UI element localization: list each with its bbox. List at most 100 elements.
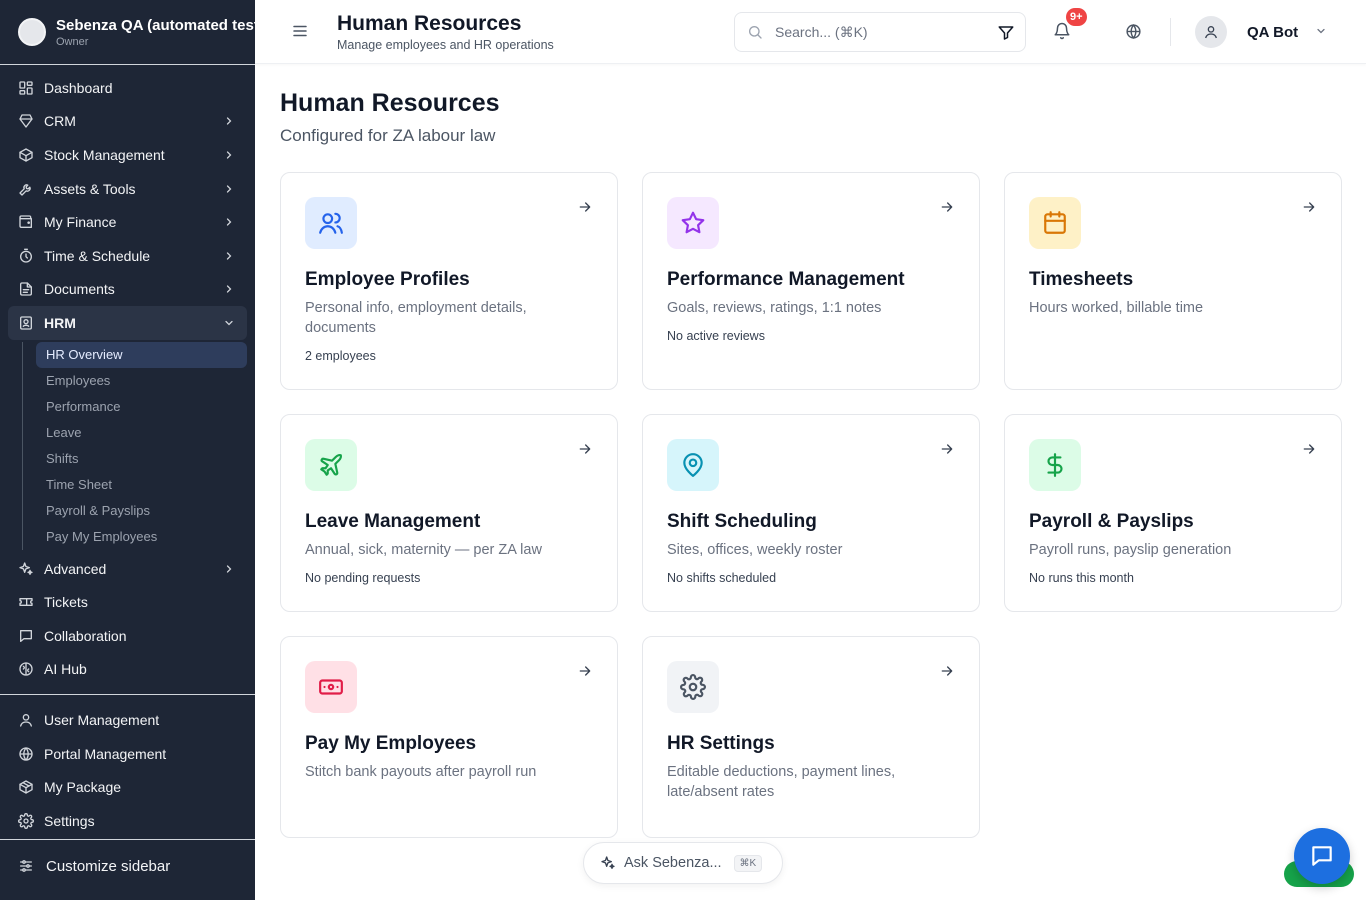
hrm-subitem-pay-my-employees[interactable]: Pay My Employees [36,524,247,550]
card-meta: No shifts scheduled [667,571,777,585]
sidebar-item-label: AI Hub [44,661,87,678]
sidebar-item-label: Assets & Tools [44,180,136,197]
sidebar-item-label: Advanced [44,560,107,577]
hr-card-leave-management[interactable]: Leave Management Annual, sick, maternity … [280,414,618,612]
card-meta: 2 employees [305,349,376,363]
sidebar-item-settings[interactable]: Settings [8,804,247,838]
banknote-icon [319,679,343,695]
card-description: Annual, sick, maternity — per ZA law [305,542,542,558]
arrow-right-icon[interactable] [939,663,955,679]
users-icon [319,212,343,234]
menu-icon[interactable] [291,22,309,40]
hrm-subitem-hr-overview[interactable]: HR Overview [36,341,247,368]
dashboard-icon [19,81,33,95]
hrm-subitem-time-sheet[interactable]: Time Sheet [36,472,247,498]
sidebar-item-advanced[interactable]: Advanced [8,552,247,586]
ticket-icon [19,598,33,607]
gear-icon [680,674,706,700]
hrm-subitem-payroll-and-payslips[interactable]: Payroll & Payslips [36,498,247,524]
org-switcher[interactable]: Sebenza QA (automated tests) Owner [0,0,255,65]
hr-card-hr-settings[interactable]: HR Settings Editable deductions, payment … [642,636,980,838]
arrow-right-icon[interactable] [1301,199,1317,215]
sidebar-item-crm[interactable]: CRM [8,105,247,139]
card-description: Hours worked, billable time [1029,300,1204,316]
star-icon [681,211,705,234]
notifications-bell-icon[interactable] [1053,22,1071,40]
sidebar-bottom-divider [0,839,255,840]
search-bar[interactable] [734,12,1026,52]
sidebar-item-collaboration[interactable]: Collaboration [8,619,247,653]
arrow-right-icon[interactable] [939,199,955,215]
org-role: Owner [56,35,89,48]
wrench-icon [19,183,31,196]
sidebar-item-my-finance[interactable]: My Finance [8,205,247,239]
card-icon-tile [667,661,719,713]
sidebar-item-portal-management[interactable]: Portal Management [8,737,247,771]
card-description: Goals, reviews, ratings, 1:1 notes [667,300,882,316]
hrm-subitem-leave[interactable]: Leave [36,420,247,446]
sidebar-item-time-and-schedule[interactable]: Time & Schedule [8,239,247,273]
wallet-icon [19,215,32,229]
arrow-right-icon[interactable] [577,199,593,215]
card-meta: No runs this month [1029,571,1134,585]
user-name[interactable]: QA Bot [1247,24,1298,41]
arrow-right-icon[interactable] [939,441,955,457]
sidebar-item-documents[interactable]: Documents [8,273,247,307]
customize-sidebar-button[interactable]: Customize sidebar [18,852,170,880]
search-input[interactable] [775,24,975,40]
sidebar-item-label: Dashboard [44,79,113,96]
sidebar-item-assets-and-tools[interactable]: Assets & Tools [8,172,247,206]
sidebar-item-user-management[interactable]: User Management [8,703,247,737]
hr-card-pay-my-employees[interactable]: Pay My Employees Stitch bank payouts afte… [280,636,618,838]
sidebar-item-ai-hub[interactable]: AI Hub [8,653,247,687]
chevron-right-icon [226,151,232,159]
user-icon [1205,26,1217,39]
page-title: Human Resources [280,89,500,117]
document-icon [20,282,32,297]
ask-shortcut: ⌘K [733,854,763,872]
filter-icon[interactable] [997,24,1015,42]
sidebar-item-label: My Package [44,779,122,796]
card-title: Payroll & Payslips [1029,511,1194,532]
hrm-subitem-shifts[interactable]: Shifts [36,446,247,472]
card-title: Shift Scheduling [667,511,817,532]
ask-sebenza-button[interactable]: Ask Sebenza... ⌘K [583,842,783,884]
header-divider [1170,18,1171,46]
hrm-subitem-performance[interactable]: Performance [36,394,247,420]
chevron-down-icon[interactable] [1315,25,1327,37]
hr-card-employee-profiles[interactable]: Employee Profiles Personal info, employme… [280,172,618,390]
search-icon [749,26,762,39]
hrm-subitem-employees[interactable]: Employees [36,368,247,394]
sidebar-item-dashboard[interactable]: Dashboard [8,71,247,105]
sidebar-item-tickets[interactable]: Tickets [8,585,247,619]
gem-icon [19,114,33,129]
header-subtitle: Manage employees and HR operations [337,38,554,52]
hr-card-payroll-and-payslips[interactable]: Payroll & Payslips Payroll runs, payslip … [1004,414,1342,612]
arrow-right-icon[interactable] [577,441,593,457]
card-meta: No pending requests [305,571,421,585]
card-icon-tile [305,661,357,713]
user-avatar[interactable] [1195,16,1227,48]
hr-card-performance-management[interactable]: Performance Management Goals, reviews, ra… [642,172,980,390]
card-title: Employee Profiles [305,269,470,290]
sidebar-item-stock-management[interactable]: Stock Management [8,138,247,172]
sidebar-item-hrm[interactable]: HRM [8,306,247,340]
sidebar: Sebenza QA (automated tests) Owner Dashb… [0,0,255,900]
chat-launcher-button[interactable] [1294,828,1350,884]
hr-card-shift-scheduling[interactable]: Shift Scheduling Sites, offices, weekly r… [642,414,980,612]
sidebar-item-my-package[interactable]: My Package [8,770,247,804]
card-meta: No active reviews [667,329,765,343]
sliders-icon [20,860,32,872]
sidebar-item-label: CRM [44,113,76,130]
chevron-right-icon [226,117,232,126]
language-globe-icon[interactable] [1125,23,1142,40]
hr-card-timesheets[interactable]: Timesheets Hours worked, billable time [1004,172,1342,390]
card-description: Payroll runs, payslip generation [1029,542,1232,558]
user-icon [20,713,32,727]
card-icon-tile [305,197,357,249]
arrow-right-icon[interactable] [577,663,593,679]
brain-icon [19,662,33,676]
org-avatar [18,18,46,46]
gear-icon [18,812,34,829]
arrow-right-icon[interactable] [1301,441,1317,457]
